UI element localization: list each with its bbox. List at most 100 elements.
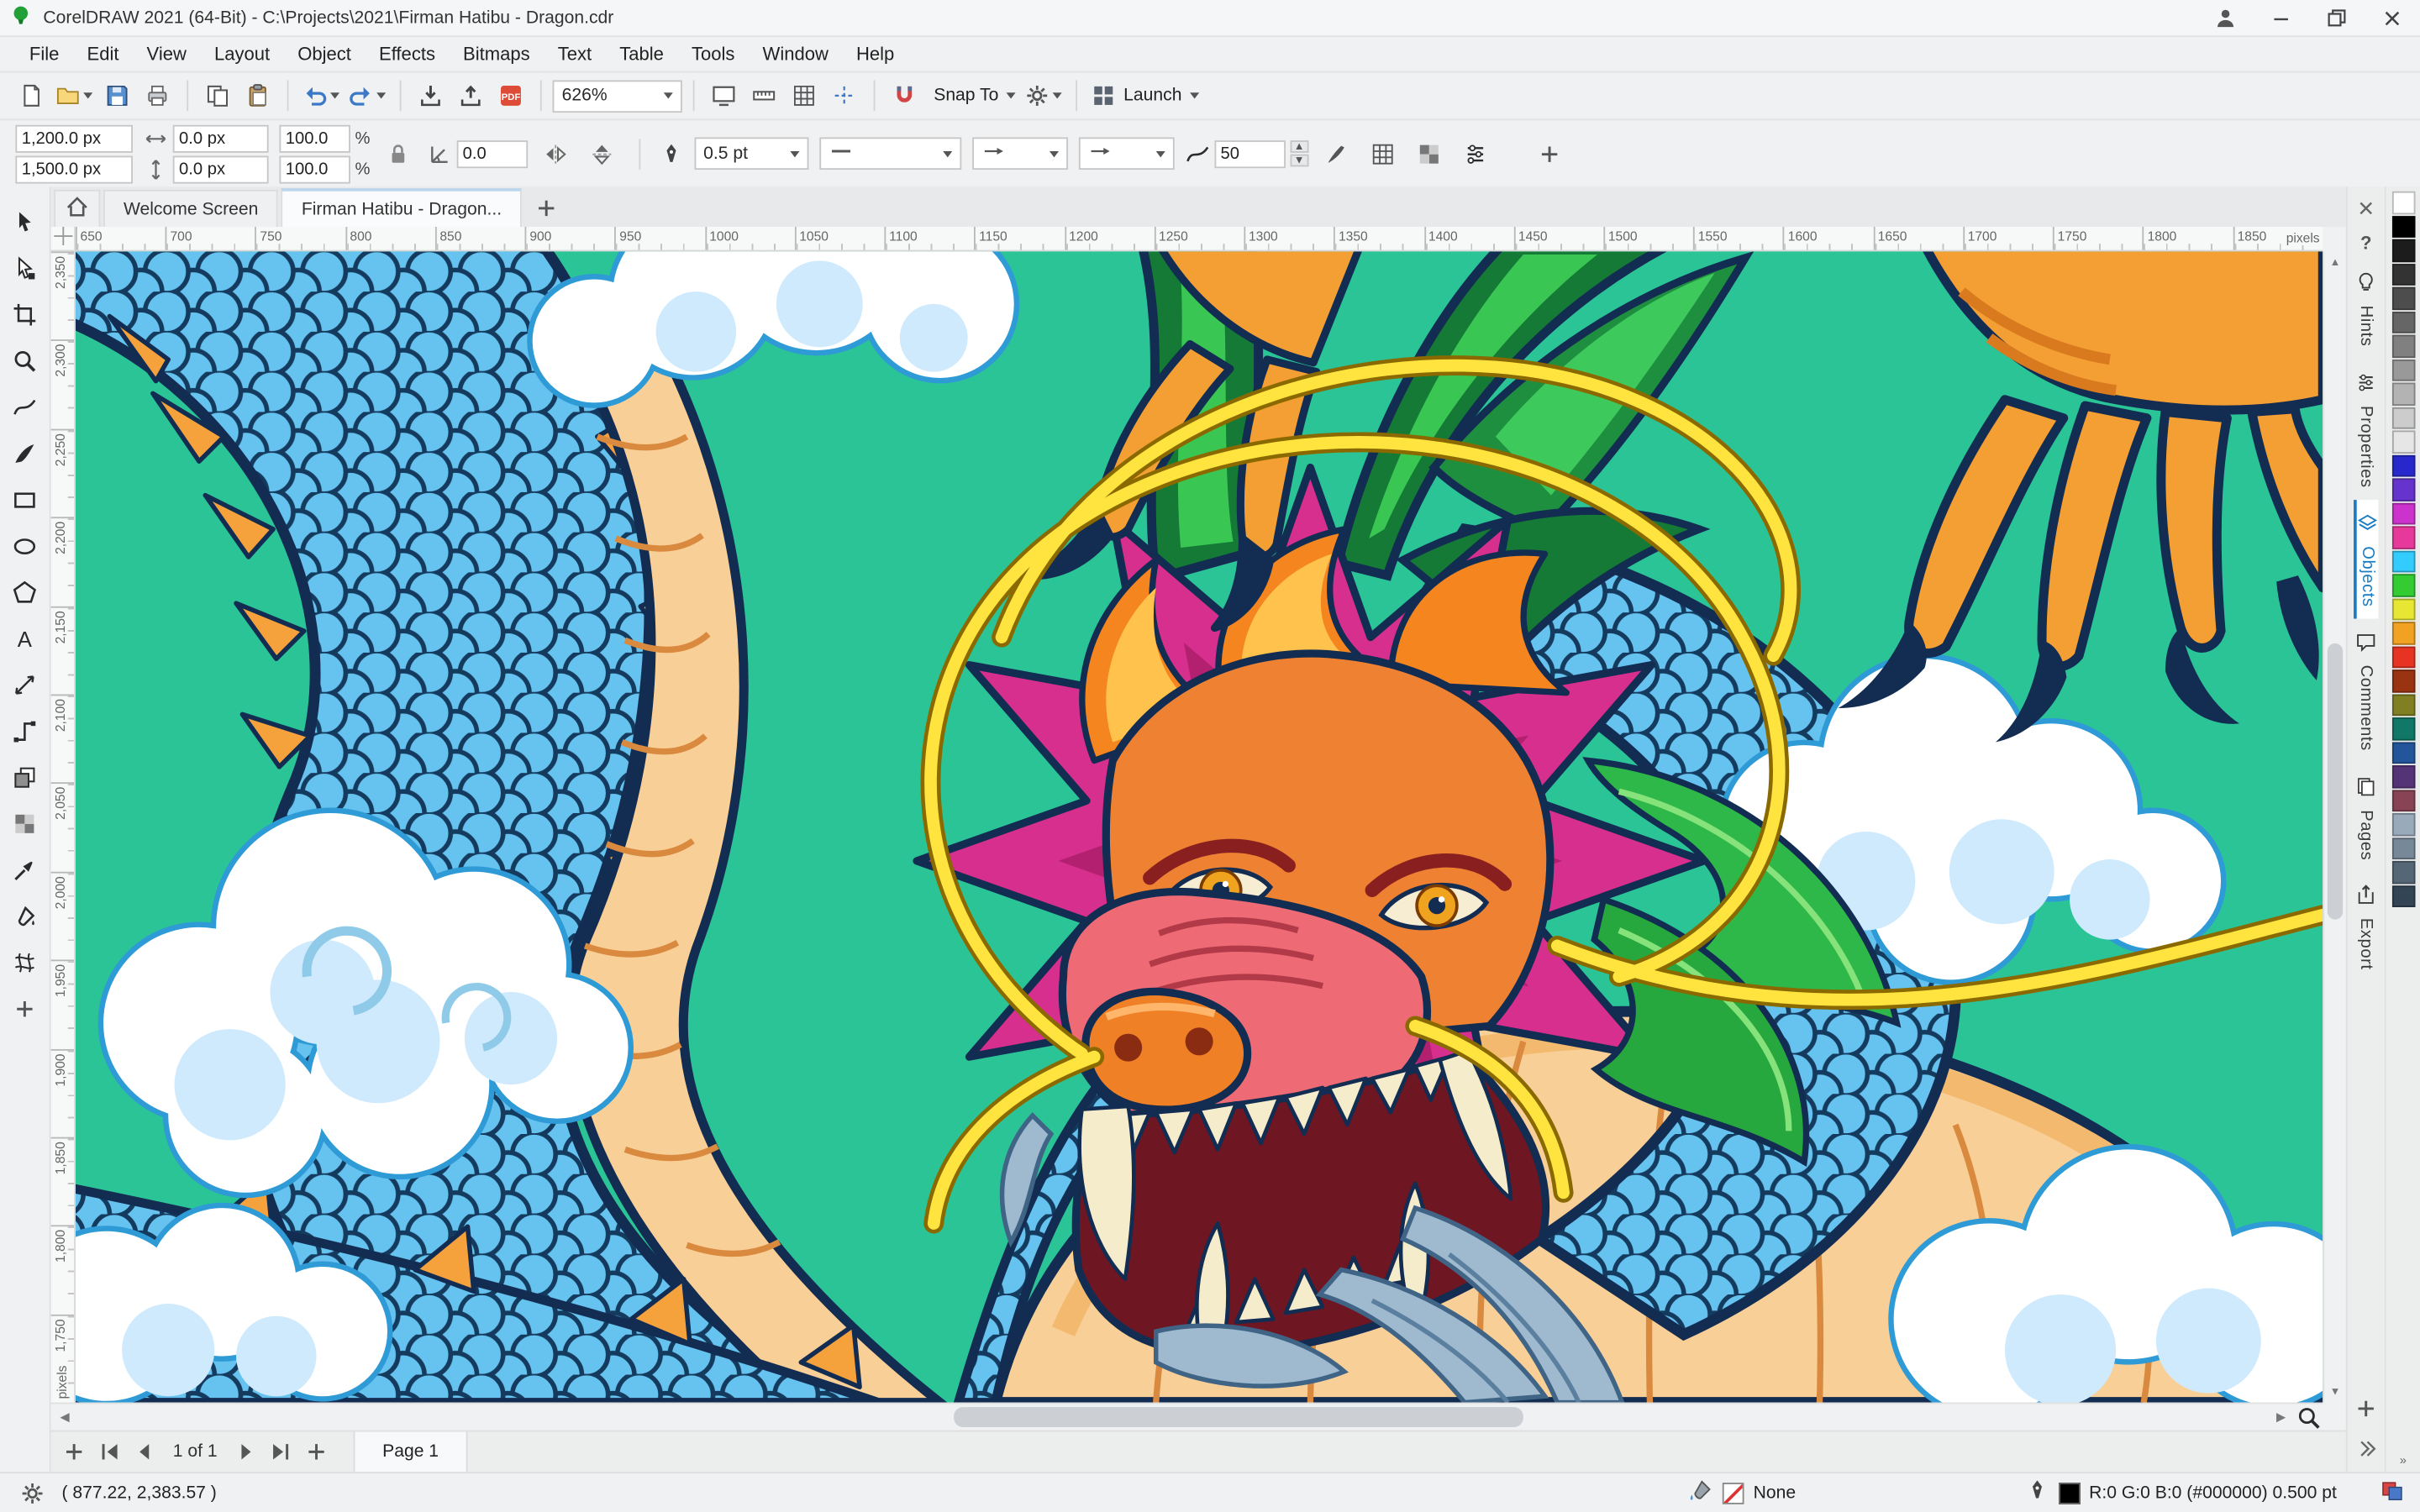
zoom-level-combo[interactable]: 626% (552, 79, 682, 113)
add-tool-button[interactable] (5, 989, 45, 1027)
scroll-up-arrow[interactable]: ▲ (2324, 251, 2346, 273)
show-rulers-button[interactable] (745, 77, 782, 114)
outline-width-combo[interactable]: 0.5 pt (694, 137, 809, 171)
outline-settings-button[interactable] (1319, 136, 1355, 171)
menu-table[interactable]: Table (606, 39, 678, 70)
drawing-canvas[interactable] (76, 251, 2323, 1403)
menu-window[interactable]: Window (749, 39, 842, 70)
palette-more-button[interactable]: » (2400, 1453, 2407, 1472)
vertical-scroll-thumb[interactable] (2327, 643, 2344, 920)
menu-text[interactable]: Text (544, 39, 605, 70)
color-swatch[interactable] (2391, 478, 2415, 501)
menu-layout[interactable]: Layout (200, 39, 283, 70)
new-document-button[interactable] (13, 77, 50, 114)
mirror-horizontal-button[interactable] (539, 136, 574, 171)
color-swatch[interactable] (2391, 860, 2415, 884)
shape-tool[interactable] (5, 249, 45, 287)
color-swatch[interactable] (2391, 311, 2415, 333)
polygon-tool[interactable] (5, 572, 45, 611)
parallel-dimension-tool[interactable] (5, 665, 45, 704)
zoom-tool-button[interactable] (2295, 1404, 2323, 1430)
new-tab-button[interactable] (531, 193, 562, 224)
dither-button[interactable] (1412, 136, 1447, 171)
color-swatch[interactable] (2391, 597, 2415, 621)
scroll-left-arrow[interactable]: ◀ (51, 1404, 79, 1430)
size-height-input[interactable] (179, 160, 263, 179)
text-tool[interactable]: A (5, 619, 45, 658)
docker-tab-export[interactable]: Export (2354, 873, 2378, 983)
fill-color-swatch[interactable] (1722, 1482, 1744, 1504)
color-swatch[interactable] (2391, 717, 2415, 740)
color-swatch[interactable] (2391, 359, 2415, 381)
menu-help[interactable]: Help (842, 39, 908, 70)
add-docker-button[interactable] (2349, 1392, 2383, 1425)
color-swatch[interactable] (2391, 789, 2415, 812)
expand-dockers-button[interactable] (2349, 1431, 2383, 1465)
menu-file[interactable]: File (15, 39, 73, 70)
size-width-input[interactable] (179, 129, 263, 148)
fullscreen-preview-button[interactable] (705, 77, 742, 114)
color-swatch[interactable] (2391, 765, 2415, 788)
rotation-angle-input[interactable] (462, 144, 522, 163)
horizontal-scrollbar[interactable]: ◀ ▶ (50, 1402, 2323, 1431)
print-button[interactable] (139, 77, 176, 114)
position-x-input[interactable] (21, 129, 127, 148)
docker-tab-comments[interactable]: Comments (2354, 619, 2378, 764)
color-swatch[interactable] (2391, 263, 2415, 286)
position-y-input[interactable] (21, 160, 127, 179)
color-swatch[interactable] (2391, 501, 2415, 525)
mesh-fill-tool[interactable] (5, 942, 45, 981)
open-button[interactable] (52, 77, 95, 114)
scroll-down-arrow[interactable]: ▼ (2324, 1381, 2346, 1403)
snap-disable-button[interactable] (886, 77, 923, 114)
welcome-screen-tab[interactable]: Welcome Screen (103, 189, 279, 227)
document-palette-icon[interactable] (2380, 1478, 2404, 1508)
undo-button[interactable] (299, 77, 342, 114)
color-swatch[interactable] (2391, 430, 2415, 454)
menu-edit[interactable]: Edit (73, 39, 133, 70)
next-page-button[interactable] (228, 1435, 261, 1468)
insert-page-button[interactable] (299, 1435, 333, 1468)
snap-to-dropdown[interactable]: Snap To (926, 77, 1018, 114)
import-button[interactable] (412, 77, 449, 114)
add-page-button[interactable] (57, 1435, 91, 1468)
crop-tool[interactable] (5, 295, 45, 333)
ellipse-tool[interactable] (5, 526, 45, 564)
customize-toolbar-button[interactable] (1532, 136, 1567, 171)
horizontal-scroll-track[interactable] (79, 1404, 2267, 1430)
menu-object[interactable]: Object (284, 39, 366, 70)
color-swatch[interactable] (2391, 406, 2415, 429)
color-swatch[interactable] (2391, 741, 2415, 764)
restore-button[interactable] (2309, 0, 2365, 35)
close-button[interactable] (2365, 0, 2420, 35)
treat-value-input[interactable] (1220, 144, 1280, 163)
redo-button[interactable] (345, 77, 388, 114)
copy-button[interactable] (199, 77, 236, 114)
document-tab-active[interactable]: Firman Hatibu - Dragon... (281, 188, 523, 227)
menu-tools[interactable]: Tools (677, 39, 749, 70)
docker-tab-objects[interactable]: Objects (2354, 499, 2379, 619)
line-style-combo[interactable] (818, 137, 961, 171)
docker-tab-pages[interactable]: Pages (2354, 764, 2378, 873)
color-swatch[interactable] (2391, 837, 2415, 860)
page-1-tab[interactable]: Page 1 (353, 1431, 468, 1473)
start-arrowhead-combo[interactable] (971, 137, 1068, 171)
color-swatch[interactable] (2391, 812, 2415, 836)
menu-effects[interactable]: Effects (365, 39, 449, 70)
scale-y-input[interactable] (285, 160, 345, 179)
horizontal-ruler[interactable]: 650 700 750 800 850 900 950 1000 1050 1100 1150 120… (76, 227, 2323, 252)
vertical-ruler[interactable]: 2,350 2,300 2,250 2,200 2,150 2,100 2,050 2,000… (50, 251, 76, 1403)
launch-dropdown[interactable]: Launch (1088, 77, 1202, 114)
status-settings-button[interactable] (15, 1476, 49, 1509)
wireframe-button[interactable] (1365, 136, 1401, 171)
color-eyedropper-tool[interactable] (5, 850, 45, 889)
treat-value-spinner[interactable]: ▲ ▼ (1290, 140, 1309, 167)
color-swatch[interactable] (2391, 454, 2415, 477)
outline-color-swatch[interactable] (2058, 1482, 2081, 1504)
docker-tab-hints[interactable]: Hints (2354, 260, 2378, 360)
color-swatch[interactable] (2391, 239, 2415, 262)
home-tab[interactable] (54, 189, 101, 227)
menu-bitmaps[interactable]: Bitmaps (450, 39, 544, 70)
color-swatch[interactable] (2391, 526, 2415, 549)
color-swatch[interactable] (2391, 669, 2415, 692)
